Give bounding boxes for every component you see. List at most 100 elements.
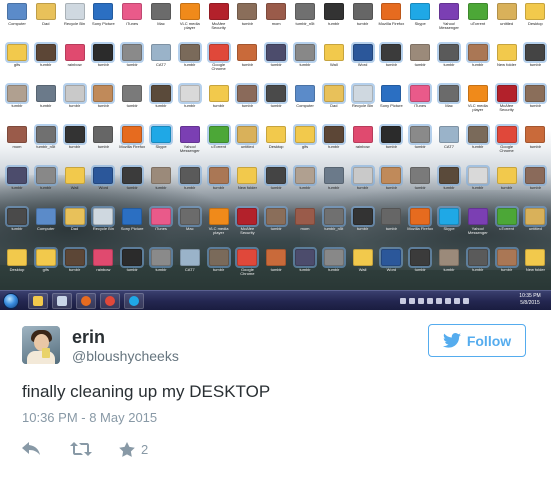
desktop-icon[interactable]: mom — [262, 3, 290, 43]
desktop-icon[interactable]: tumblr — [262, 83, 290, 125]
desktop-icon[interactable]: tumblr — [349, 206, 377, 248]
desktop-icon[interactable]: tumblr — [233, 3, 261, 43]
tray-icon[interactable] — [427, 298, 433, 304]
desktop-icon[interactable]: Mozilla Firefox — [118, 124, 146, 166]
desktop-icon[interactable]: tumblr — [262, 42, 290, 84]
desktop-icon[interactable]: Wall — [349, 249, 377, 289]
desktop-icon[interactable]: tumblr — [435, 249, 463, 289]
desktop-icon[interactable]: Computer — [32, 208, 60, 248]
desktop-icon[interactable]: tumblr — [349, 3, 377, 43]
desktop-icon[interactable]: tumblr — [320, 3, 348, 43]
taskbar-explorer-icon[interactable] — [28, 293, 48, 309]
desktop-icon[interactable]: uTorrent — [464, 3, 492, 43]
desktop-icon[interactable]: Skype — [435, 206, 463, 248]
start-button[interactable] — [3, 293, 19, 309]
favorite-button[interactable]: 2 — [119, 442, 148, 457]
desktop-icon[interactable]: Mac — [435, 83, 463, 125]
desktop-icon[interactable]: tumblr_n5t — [32, 124, 60, 166]
desktop-icon[interactable]: tumblr — [147, 167, 175, 207]
desktop-icon[interactable]: tumblr — [205, 85, 233, 125]
tweet-timestamp[interactable]: 10:36 PM - 8 May 2015 — [22, 410, 157, 425]
desktop-icon[interactable]: CAT7 — [435, 126, 463, 166]
desktop-icon[interactable]: Mac — [147, 3, 175, 43]
desktop-icon[interactable]: Wall — [61, 167, 89, 207]
desktop-icon[interactable]: tumblr — [406, 124, 434, 166]
desktop-icon[interactable]: tumblr — [89, 83, 117, 125]
desktop-icon[interactable]: tumblr — [320, 167, 348, 207]
desktop-icon[interactable]: tumblr — [89, 126, 117, 166]
desktop-icon[interactable]: Desktop — [262, 126, 290, 166]
desktop-icon[interactable]: tumblr — [233, 44, 261, 84]
desktop-icon[interactable]: Sony Picture — [89, 3, 117, 43]
taskbar-chrome-icon[interactable] — [100, 293, 120, 309]
desktop-icon[interactable]: rainbow — [349, 126, 377, 166]
desktop-icon[interactable]: tumblr — [521, 83, 549, 125]
desktop-icon[interactable]: Recycle Bin — [61, 3, 89, 43]
desktop-icon[interactable]: tumblr — [349, 165, 377, 207]
desktop-icon[interactable]: Yahoo! Messenger — [464, 208, 492, 248]
desktop-icon[interactable]: tumblr — [32, 85, 60, 125]
desktop-icon[interactable]: Dad — [32, 3, 60, 43]
taskbar-firefox-icon[interactable] — [76, 293, 96, 309]
desktop-icon[interactable]: VLC media player — [176, 3, 204, 43]
desktop-icon[interactable]: Google Chrome — [205, 42, 233, 84]
desktop-icon[interactable]: rainbow — [61, 44, 89, 84]
desktop-icon[interactable]: rainbow — [89, 249, 117, 289]
desktop-icon[interactable]: tumblr — [493, 167, 521, 207]
desktop-icon[interactable]: New folder — [493, 44, 521, 84]
desktop-icon[interactable]: Computer — [291, 85, 319, 125]
desktop-icon[interactable]: Skype — [147, 124, 175, 166]
desktop-icon[interactable]: tumblr — [464, 42, 492, 84]
desktop-icon[interactable]: tumblr — [464, 124, 492, 166]
desktop-icon[interactable]: tumblr — [61, 83, 89, 125]
desktop-icon[interactable]: Sony Picture — [118, 208, 146, 248]
desktop-icon[interactable]: tumblr — [118, 42, 146, 84]
desktop-icon[interactable]: tumblr — [3, 165, 31, 207]
desktop-icon[interactable]: Word — [349, 42, 377, 84]
desktop-icon[interactable]: McAfee Security — [205, 3, 233, 43]
desktop-icon[interactable]: tumblr — [3, 206, 31, 248]
desktop-icon[interactable]: tumblr — [406, 167, 434, 207]
avatar[interactable] — [22, 326, 60, 364]
desktop-icon[interactable]: tumblr — [176, 83, 204, 125]
desktop-icon[interactable]: tumblr — [493, 247, 521, 289]
desktop-icon[interactable]: VLC media player — [464, 85, 492, 125]
tray-icon[interactable] — [445, 298, 451, 304]
user-display-name[interactable]: erin — [72, 327, 105, 348]
desktop-icon[interactable]: Yahoo! Messenger — [435, 3, 463, 43]
desktop-icon[interactable]: untitled — [493, 3, 521, 43]
desktop-icon[interactable]: tumblr — [291, 165, 319, 207]
desktop-icon[interactable]: Desktop — [3, 249, 31, 289]
desktop-icon[interactable]: gifs — [291, 124, 319, 166]
desktop-icon[interactable]: Google Chrome — [493, 124, 521, 166]
desktop-icon[interactable]: McAfee Security — [233, 206, 261, 248]
desktop-icon[interactable]: CAT7 — [147, 44, 175, 84]
desktop-icon[interactable]: tumblr — [147, 83, 175, 125]
desktop-icon[interactable]: tumblr — [464, 247, 492, 289]
desktop-icon[interactable]: tumblr — [521, 42, 549, 84]
desktop-icon[interactable]: McAfee Security — [493, 83, 521, 125]
desktop-icon[interactable]: tumblr — [89, 42, 117, 84]
desktop-icon[interactable]: Recycle Bin — [349, 83, 377, 125]
desktop-icon[interactable]: VLC media player — [205, 208, 233, 248]
desktop-icon[interactable]: tumblr — [61, 247, 89, 289]
desktop-icon[interactable]: tumblr — [320, 124, 348, 166]
desktop-icon[interactable]: Word — [377, 247, 405, 289]
desktop-icon[interactable]: Recycle Bin — [89, 206, 117, 248]
desktop-icon[interactable]: iTunes — [118, 3, 146, 43]
desktop-icon[interactable]: tumblr_n5t — [291, 3, 319, 43]
desktop-icon[interactable]: Wall — [320, 44, 348, 84]
desktop-icon[interactable]: tumblr — [32, 165, 60, 207]
desktop-icon[interactable]: tumblr — [377, 208, 405, 248]
tray-icon[interactable] — [454, 298, 460, 304]
desktop-icon[interactable]: tumblr — [205, 247, 233, 289]
desktop-icon[interactable]: gifs — [3, 42, 31, 84]
reply-button[interactable] — [22, 442, 40, 456]
tray-icon[interactable] — [436, 298, 442, 304]
desktop-icon[interactable]: tumblr — [262, 249, 290, 289]
desktop-icon[interactable]: tumblr — [118, 247, 146, 289]
desktop-icon[interactable]: tumblr — [435, 165, 463, 207]
desktop-icon[interactable]: Sony Picture — [377, 85, 405, 125]
desktop-icon[interactable]: Mozilla Firefox — [377, 3, 405, 43]
desktop-icon[interactable]: tumblr — [406, 44, 434, 84]
